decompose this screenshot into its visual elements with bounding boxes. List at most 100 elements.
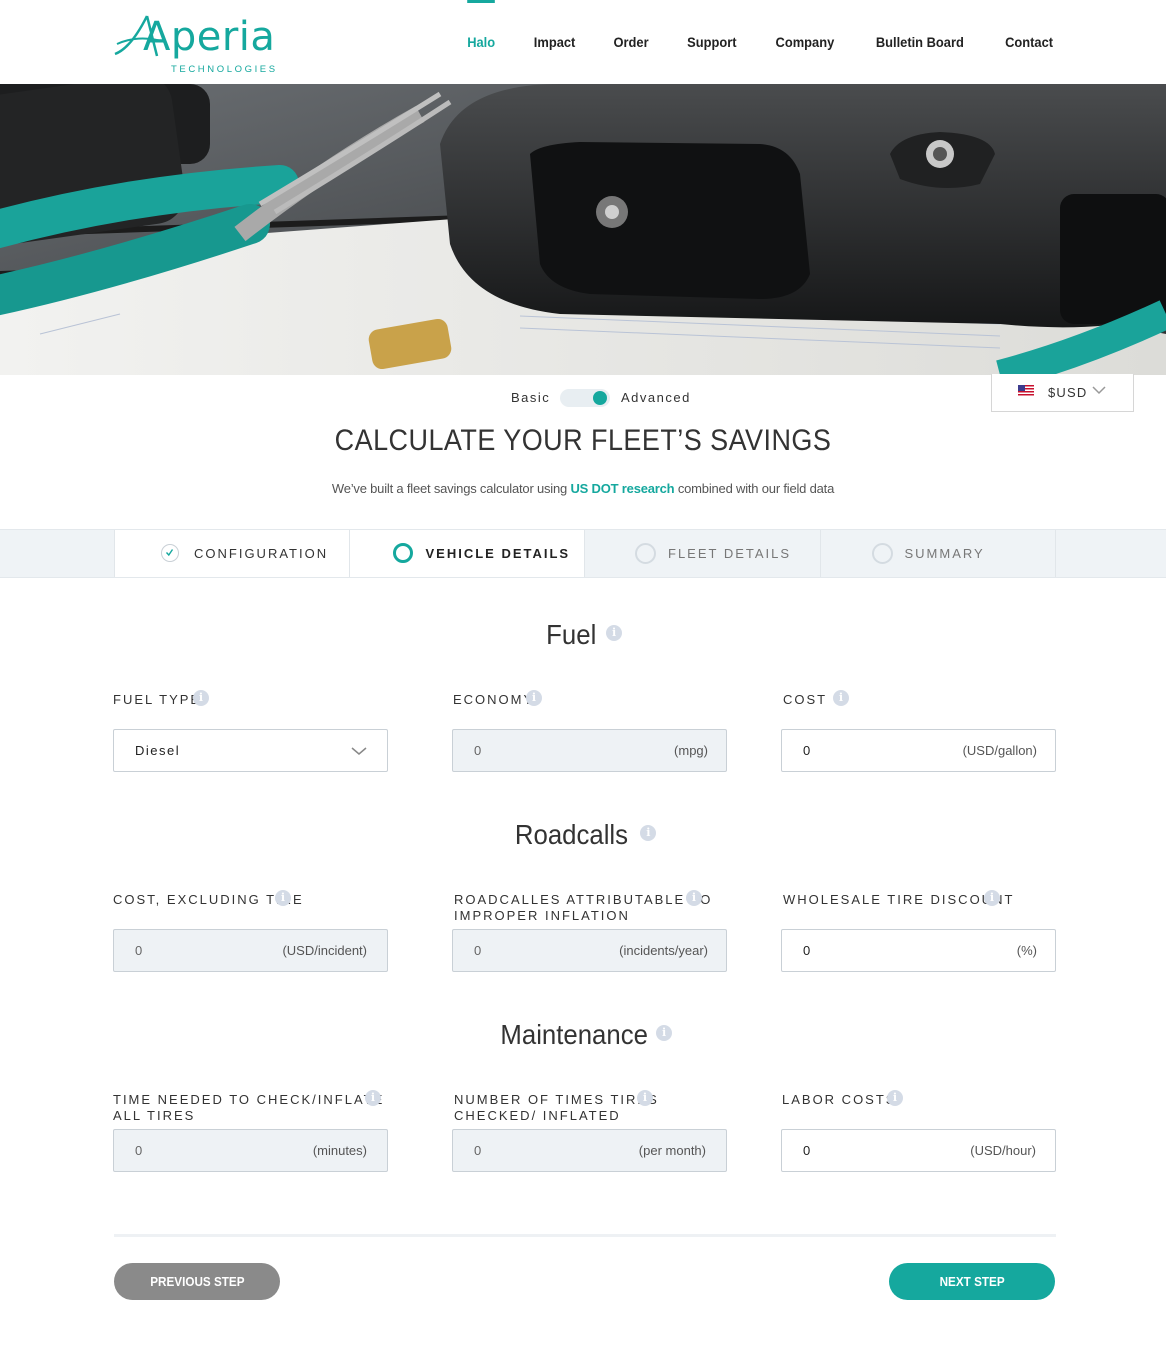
- step-vehicle-details[interactable]: VEHICLE DETAILS: [349, 530, 585, 577]
- roadcall-cost-unit: (USD/incident): [282, 943, 367, 958]
- mode-advanced-label[interactable]: Advanced: [621, 390, 691, 405]
- roadcall-cost-input[interactable]: 0 (USD/incident): [113, 929, 388, 972]
- step-vehicle-details-label: VEHICLE DETAILS: [425, 546, 571, 561]
- chevron-down-icon: [351, 747, 367, 755]
- pending-step-circle-icon: [871, 543, 893, 564]
- fuel-type-label: FUEL TYPE: [113, 692, 202, 707]
- roadcall-cost-value: 0: [135, 943, 143, 958]
- time-needed-label-line1: TIME NEEDED TO CHECK/INFLATE: [113, 1092, 385, 1107]
- mode-toggle-switch[interactable]: [560, 389, 610, 407]
- time-needed-input[interactable]: 0 (minutes): [113, 1129, 388, 1172]
- nav-item-order[interactable]: Order: [613, 0, 648, 84]
- wholesale-discount-input[interactable]: 0 (%): [781, 929, 1056, 972]
- aperia-logo[interactable]: Aperia TECHNOLOGIES: [113, 8, 283, 78]
- info-icon[interactable]: i: [526, 690, 542, 706]
- labor-costs-label: LABOR COSTS: [782, 1092, 897, 1107]
- labor-costs-unit: (USD/hour): [970, 1143, 1036, 1158]
- roadcalls-attributable-label-line2: IMPROPER INFLATION: [454, 908, 630, 923]
- times-checked-unit: (per month): [638, 1143, 706, 1158]
- step-configuration[interactable]: CONFIGURATION: [114, 530, 350, 577]
- divider: [114, 1234, 1056, 1237]
- check-circle-icon: [161, 544, 179, 562]
- info-icon[interactable]: i: [637, 1090, 653, 1106]
- roadcalls-attributable-input[interactable]: 0 (incidents/year): [452, 929, 727, 972]
- step-summary-label: SUMMARY: [904, 546, 985, 561]
- previous-step-button[interactable]: PREVIOUS STEP: [114, 1263, 280, 1300]
- mode-basic-label[interactable]: Basic: [511, 390, 550, 405]
- hero-photo-illustration: [0, 84, 1166, 375]
- labor-costs-value: 0: [803, 1143, 811, 1158]
- hero-image: [0, 84, 1166, 375]
- section-title-maintenance: Maintenance i: [0, 1019, 1166, 1051]
- section-title-fuel-text: Fuel: [546, 619, 597, 650]
- logo-subtitle: TECHNOLOGIES: [171, 64, 278, 75]
- roadcalls-attributable-value: 0: [474, 943, 482, 958]
- subtitle-text-after: combined with our field data: [677, 481, 835, 496]
- info-icon[interactable]: i: [193, 690, 209, 706]
- roadcalls-attributable-unit: (incidents/year): [619, 943, 708, 958]
- wholesale-discount-unit: (%): [1016, 943, 1037, 958]
- section-title-maintenance-text: Maintenance: [500, 1019, 648, 1050]
- labor-costs-input[interactable]: 0 (USD/hour): [781, 1129, 1056, 1172]
- economy-label: ECONOMY: [453, 692, 535, 707]
- main-nav: Halo Impact Order Support Company Bullet…: [431, 0, 1055, 84]
- nav-item-support[interactable]: Support: [687, 0, 736, 84]
- info-icon[interactable]: i: [656, 1024, 673, 1041]
- logo-wordmark: Aperia: [143, 14, 276, 60]
- times-checked-input[interactable]: 0 (per month): [452, 1129, 727, 1172]
- info-icon[interactable]: i: [365, 1090, 381, 1106]
- roadcalls-attributable-label-line1: ROADCALLES ATTRIBUTABLE TO: [454, 892, 713, 907]
- next-step-label: NEXT STEP: [939, 1274, 1005, 1289]
- nav-item-company[interactable]: Company: [776, 0, 835, 84]
- fuel-cost-input[interactable]: 0 (USD/gallon): [781, 729, 1056, 772]
- times-checked-label: NUMBER OF TIMES TIRES CHECKED/ INFLATED: [454, 1092, 659, 1124]
- nav-item-contact[interactable]: Contact: [1005, 0, 1053, 84]
- us-dot-research-link[interactable]: US DOT research: [570, 481, 674, 496]
- info-icon[interactable]: i: [606, 624, 623, 641]
- section-title-roadcalls: Roadcalls i: [0, 819, 1166, 851]
- wholesale-discount-label: WHOLESALE TIRE DISCOUNT: [783, 892, 1015, 907]
- active-step-circle-icon: [392, 543, 413, 563]
- time-needed-label-line2: ALL TIRES: [113, 1108, 196, 1123]
- next-step-button[interactable]: NEXT STEP: [889, 1263, 1055, 1300]
- economy-input[interactable]: 0 (mpg): [452, 729, 727, 772]
- fuel-type-value: Diesel: [135, 743, 181, 758]
- fuel-cost-label: COST: [783, 692, 828, 707]
- times-checked-value: 0: [474, 1143, 482, 1158]
- times-checked-label-line2: CHECKED/ INFLATED: [454, 1108, 621, 1123]
- info-icon[interactable]: i: [833, 690, 849, 706]
- steps-bar: CONFIGURATION VEHICLE DETAILS FLEET DETA…: [0, 529, 1166, 578]
- us-flag-icon: [1018, 385, 1034, 396]
- wizard-steps: CONFIGURATION VEHICLE DETAILS FLEET DETA…: [114, 530, 1056, 577]
- currency-selector[interactable]: $USD: [991, 374, 1134, 412]
- section-title-fuel: Fuel i: [0, 619, 1166, 651]
- step-configuration-label: CONFIGURATION: [194, 546, 329, 561]
- economy-value: 0: [474, 743, 482, 758]
- page-subtitle: We’ve built a fleet savings calculator u…: [0, 481, 1166, 496]
- time-needed-label: TIME NEEDED TO CHECK/INFLATE ALL TIRES: [113, 1092, 384, 1124]
- pending-step-circle-icon: [635, 543, 656, 564]
- info-icon[interactable]: i: [275, 890, 291, 906]
- step-fleet-details[interactable]: FLEET DETAILS: [585, 530, 821, 577]
- wholesale-discount-value: 0: [803, 943, 811, 958]
- times-checked-label-line1: NUMBER OF TIMES TIRES: [454, 1092, 659, 1107]
- info-icon[interactable]: i: [887, 1090, 903, 1106]
- time-needed-value: 0: [135, 1143, 143, 1158]
- info-icon[interactable]: i: [686, 890, 702, 906]
- info-icon[interactable]: i: [984, 890, 1000, 906]
- fuel-cost-value: 0: [803, 743, 811, 758]
- step-summary[interactable]: SUMMARY: [821, 530, 1056, 577]
- roadcalls-attributable-label: ROADCALLES ATTRIBUTABLE TO IMPROPER INFL…: [454, 892, 712, 924]
- nav-item-halo[interactable]: Halo: [467, 0, 496, 84]
- fuel-type-select[interactable]: Diesel: [113, 729, 388, 772]
- nav-item-impact[interactable]: Impact: [533, 0, 575, 84]
- economy-unit: (mpg): [674, 743, 708, 758]
- page-title: CALCULATE YOUR FLEET’S SAVINGS: [334, 424, 832, 457]
- previous-step-label: PREVIOUS STEP: [149, 1274, 245, 1289]
- info-icon[interactable]: i: [640, 824, 657, 841]
- section-title-roadcalls-text: Roadcalls: [514, 819, 628, 850]
- site-header: Aperia TECHNOLOGIES Halo Impact Order Su…: [0, 0, 1166, 84]
- toggle-knob: [593, 391, 607, 405]
- subtitle-text-before: We’ve built a fleet savings calculator u…: [331, 481, 568, 496]
- nav-item-bulletin-board[interactable]: Bulletin Board: [876, 0, 964, 84]
